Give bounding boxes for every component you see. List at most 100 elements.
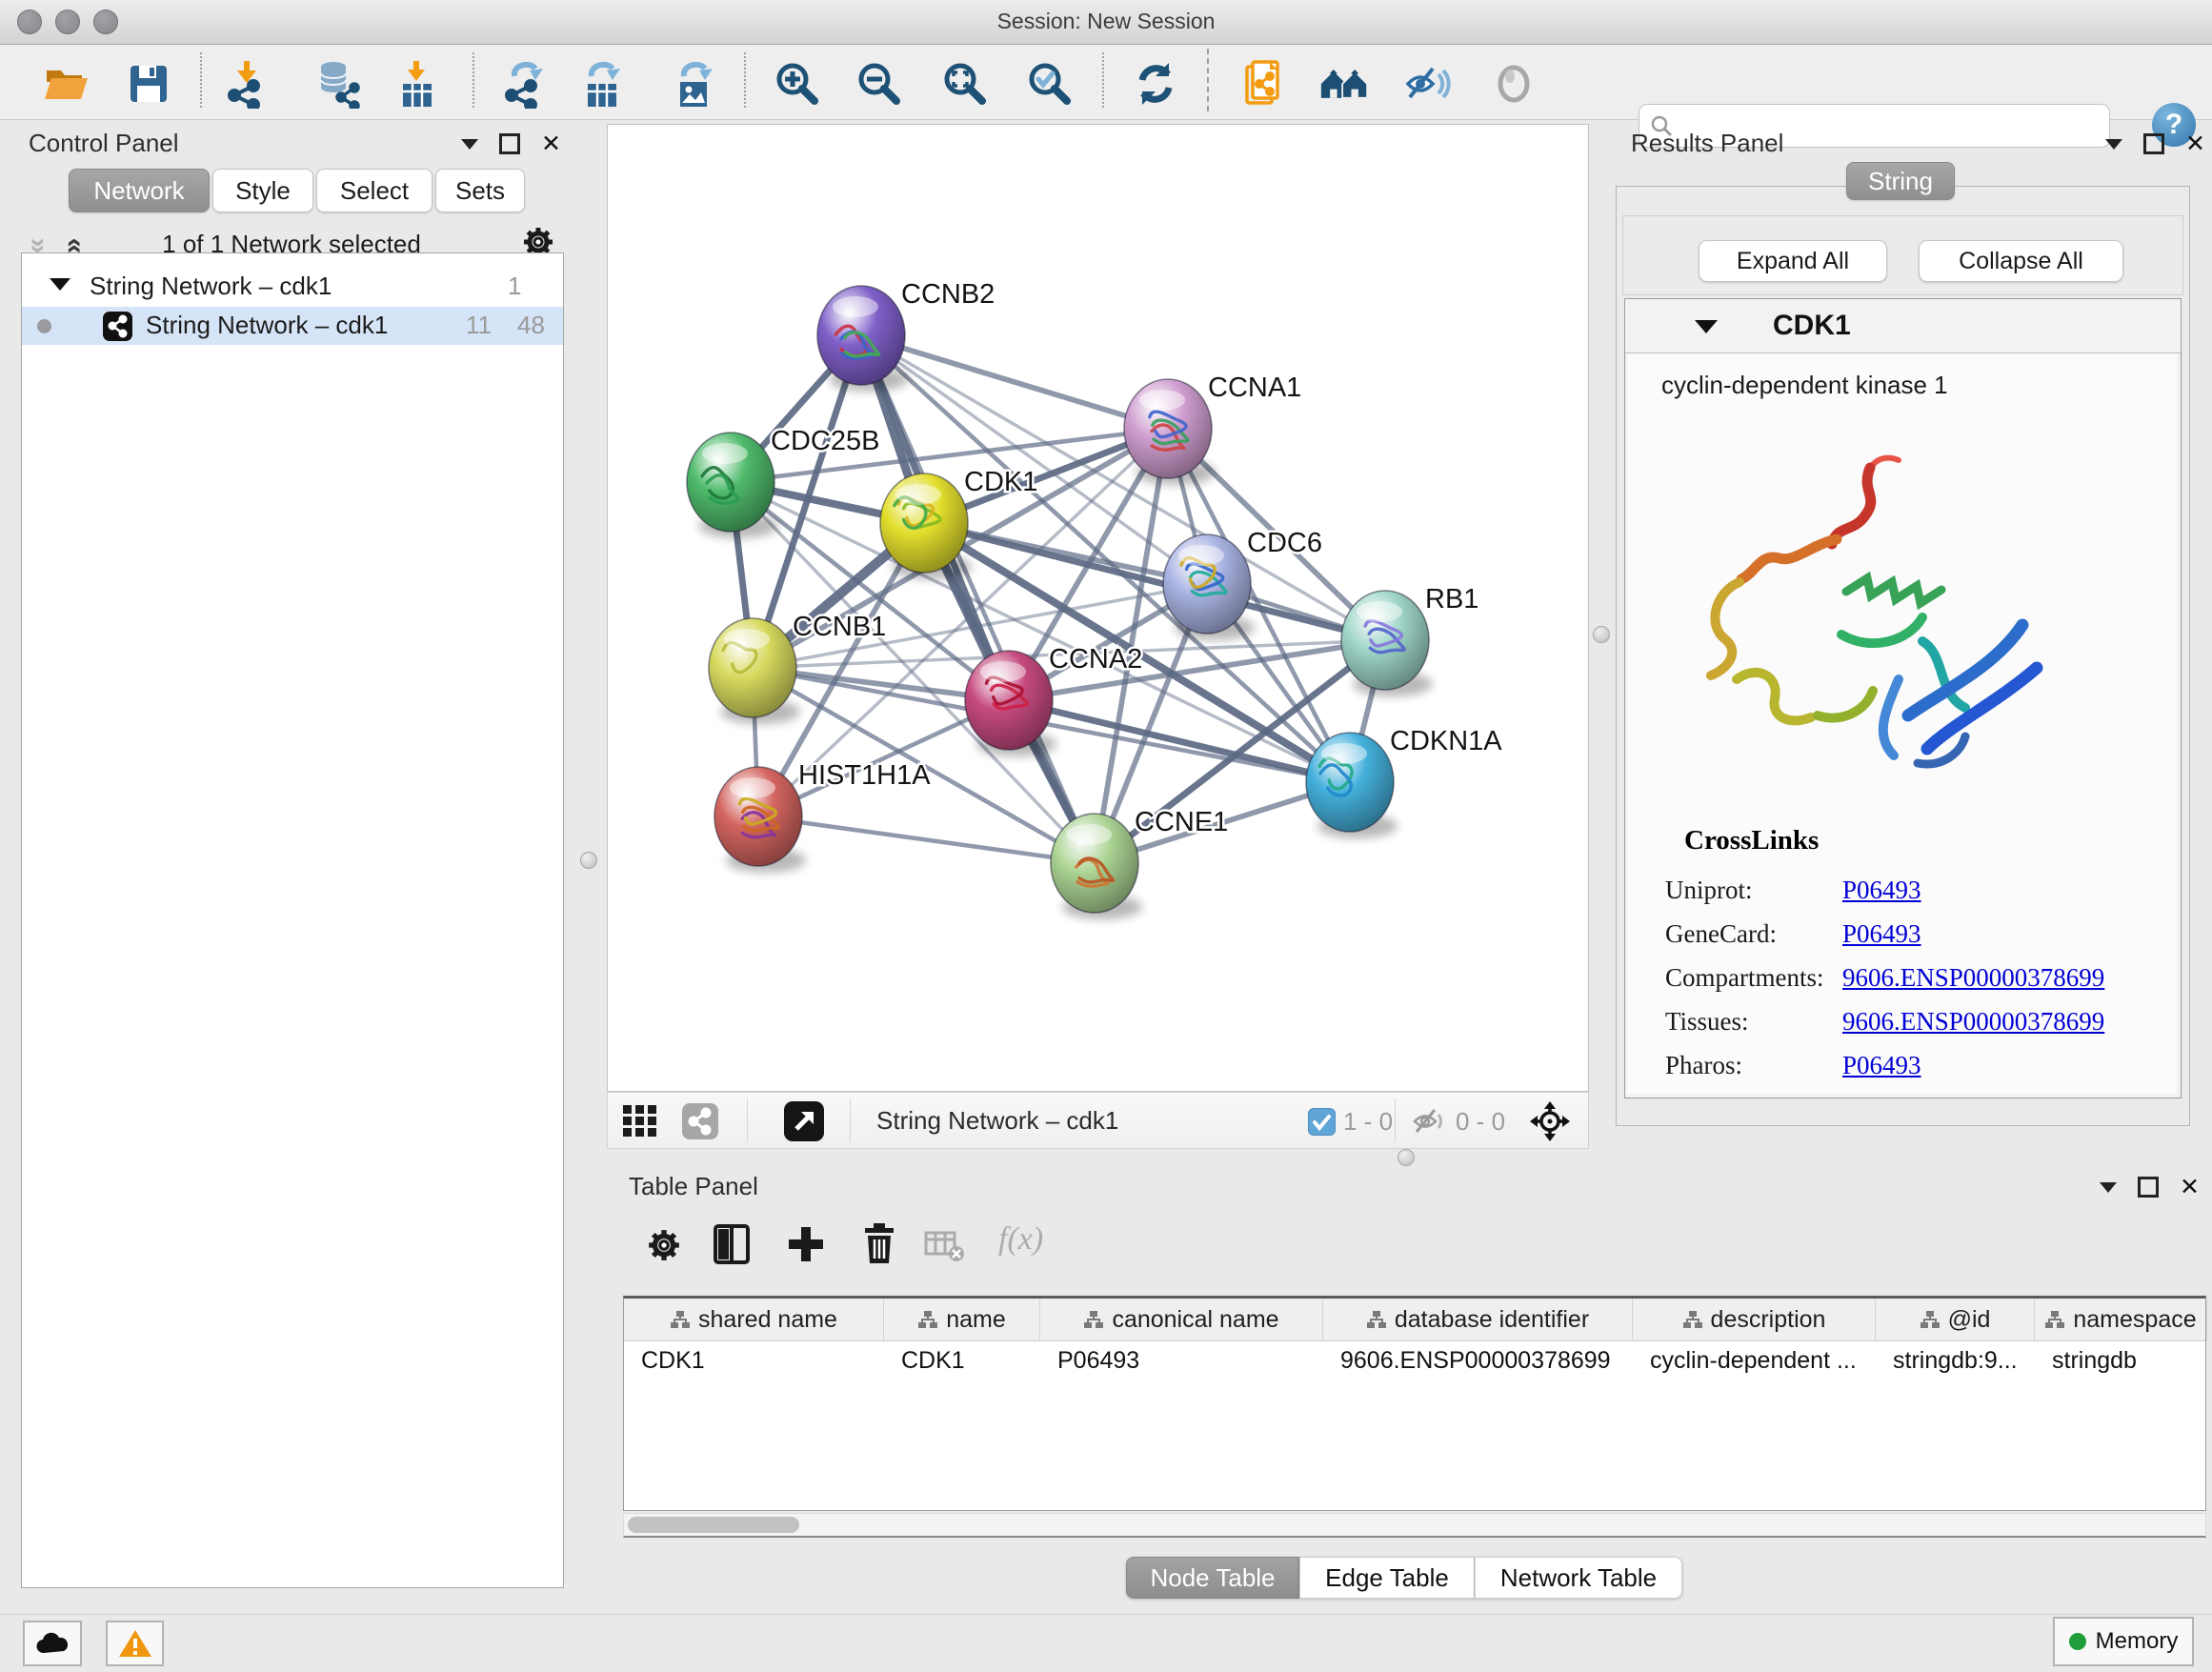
scrollbar-thumb[interactable]	[628, 1517, 799, 1533]
save-session-icon[interactable]	[124, 59, 173, 109]
crosslink-link[interactable]: P06493	[1842, 876, 1921, 905]
node-CCNB1[interactable]	[709, 618, 796, 717]
gene-header[interactable]: CDK1	[1625, 299, 2181, 353]
memory-button[interactable]: Memory	[2053, 1617, 2194, 1666]
panel-float-icon[interactable]	[2138, 1177, 2159, 1198]
crosslink-link[interactable]: P06493	[1842, 1051, 1921, 1080]
open-session-icon[interactable]	[42, 59, 91, 109]
network-collection-row[interactable]: String Network – cdk1 1	[22, 269, 563, 307]
column-header-name[interactable]: name	[884, 1299, 1040, 1340]
export-table-icon[interactable]	[578, 59, 628, 109]
node-CCNE1[interactable]	[1051, 814, 1138, 913]
memory-status-dot-icon	[2069, 1633, 2086, 1650]
select-columns-icon[interactable]	[713, 1223, 751, 1265]
cell-namespace[interactable]: stringdb	[2035, 1341, 2207, 1381]
eye-icon[interactable]	[1489, 59, 1538, 109]
crosslinks-heading: CrossLinks	[1684, 825, 1819, 856]
crosslink-link[interactable]: P06493	[1842, 919, 1921, 949]
node-label-CDC25B: CDC25B	[771, 426, 879, 456]
delete-column-trash-icon[interactable]	[860, 1221, 898, 1265]
table-row[interactable]: CDK1CDK1P064939606.ENSP00000378699cyclin…	[624, 1341, 2205, 1381]
zoom-selected-icon[interactable]	[1025, 59, 1075, 109]
edge-HIST1H1A-CCNE1[interactable]	[758, 816, 1095, 863]
column-header-database-identifier[interactable]: database identifier	[1323, 1299, 1633, 1340]
column-header-namespace[interactable]: namespace	[2035, 1299, 2207, 1340]
panel-menu-icon[interactable]	[461, 139, 478, 150]
column-header-canonical-name[interactable]: canonical name	[1040, 1299, 1323, 1340]
export-network-icon[interactable]	[501, 59, 551, 109]
panel-float-icon[interactable]	[2143, 133, 2164, 154]
panel-menu-icon[interactable]	[2105, 139, 2122, 150]
panel-close-icon[interactable]: ✕	[541, 134, 561, 153]
column-header-description[interactable]: description	[1633, 1299, 1876, 1340]
node-CDKN1A[interactable]	[1306, 733, 1394, 832]
tab-node-table[interactable]: Node Table	[1126, 1557, 1299, 1599]
crosslink-link[interactable]: 9606.ENSP00000378699	[1842, 1007, 2104, 1037]
node-label-CCNB1: CCNB1	[793, 612, 886, 642]
panel-float-icon[interactable]	[499, 133, 520, 154]
node-CDC25B[interactable]	[687, 433, 774, 532]
network-row-selected[interactable]: String Network – cdk1 11 48	[22, 307, 563, 345]
node-CCNB2[interactable]	[817, 286, 905, 385]
column-header-shared-name[interactable]: shared name	[624, 1299, 884, 1340]
panel-menu-icon[interactable]	[2100, 1182, 2117, 1193]
tab-string[interactable]: String	[1846, 162, 1955, 200]
cell-description[interactable]: cyclin-dependent ...	[1633, 1341, 1876, 1381]
fit-content-crosshair-icon[interactable]	[1528, 1099, 1572, 1143]
selected-checkbox-icon[interactable]	[1308, 1108, 1336, 1136]
column-header--id[interactable]: @id	[1876, 1299, 2035, 1340]
crosslink-label: GeneCard:	[1665, 919, 1777, 949]
tab-network-table[interactable]: Network Table	[1475, 1557, 1682, 1599]
tab-sets[interactable]: Sets	[435, 169, 525, 212]
zoom-fit-icon[interactable]	[940, 59, 990, 109]
string-network-graph[interactable]: CCNB2CCNA1CDC25BCDK1CDC6RB1CCNB1CCNA2CDK…	[608, 125, 1588, 1091]
tab-style[interactable]: Style	[212, 169, 313, 212]
table-options-gear-icon[interactable]	[646, 1227, 682, 1263]
cell-shared-name[interactable]: CDK1	[624, 1341, 884, 1381]
export-image-icon[interactable]	[671, 59, 720, 109]
column-label: shared name	[698, 1306, 837, 1334]
tab-edge-table[interactable]: Edge Table	[1299, 1557, 1475, 1599]
left-splitter-handle[interactable]	[580, 852, 597, 869]
share-document-icon[interactable]	[1241, 59, 1291, 109]
node-CCNA2[interactable]	[965, 651, 1053, 750]
import-network-from-database-icon[interactable]	[314, 59, 364, 109]
import-network-icon[interactable]	[222, 59, 271, 109]
column-type-icon	[670, 1310, 691, 1329]
cell-canonical-name[interactable]: P06493	[1040, 1341, 1323, 1381]
right-splitter-handle[interactable]	[1593, 626, 1610, 643]
zoom-out-icon[interactable]	[855, 59, 904, 109]
birdseye-view-icon[interactable]	[784, 1101, 824, 1141]
crosslink-link[interactable]: 9606.ENSP00000378699	[1842, 963, 2104, 993]
hidden-eye-icon[interactable]	[1412, 1106, 1446, 1137]
expand-all-button[interactable]: Expand All	[1699, 240, 1887, 282]
refresh-icon[interactable]	[1131, 59, 1180, 109]
cell-name[interactable]: CDK1	[884, 1341, 1040, 1381]
collapse-all-button[interactable]: Collapse All	[1919, 240, 2123, 282]
zoom-in-icon[interactable]	[773, 59, 822, 109]
grid-view-icon[interactable]	[623, 1105, 663, 1138]
node-CDK1[interactable]	[880, 473, 968, 573]
table-horizontal-scrollbar[interactable]	[623, 1513, 2206, 1538]
home-icon[interactable]	[1319, 59, 1369, 109]
gene-description: cyclin-dependent kinase 1	[1661, 371, 1948, 400]
node-HIST1H1A[interactable]	[714, 767, 802, 866]
show-hide-icon[interactable]	[1402, 59, 1452, 109]
node-RB1[interactable]	[1341, 591, 1429, 690]
node-CDC6[interactable]	[1163, 534, 1251, 634]
tab-select[interactable]: Select	[316, 169, 432, 212]
panel-close-icon[interactable]: ✕	[2185, 134, 2205, 153]
import-table-icon[interactable]	[392, 59, 441, 109]
warning-button[interactable]	[106, 1621, 164, 1666]
network-share-icon[interactable]	[682, 1103, 718, 1139]
panel-close-icon[interactable]: ✕	[2180, 1178, 2200, 1197]
tab-network[interactable]: Network	[69, 169, 210, 212]
tree-expander-icon[interactable]	[50, 278, 70, 291]
cell--id[interactable]: stringdb:9...	[1876, 1341, 2035, 1381]
network-canvas[interactable]: CCNB2CCNA1CDC25BCDK1CDC6RB1CCNB1CCNA2CDK…	[607, 124, 1589, 1092]
cloud-button[interactable]	[23, 1621, 82, 1666]
node-CCNA1[interactable]	[1124, 379, 1212, 478]
cell-database-identifier[interactable]: 9606.ENSP00000378699	[1323, 1341, 1633, 1381]
collapse-section-icon[interactable]	[1695, 320, 1718, 333]
create-column-plus-icon[interactable]	[787, 1223, 825, 1265]
